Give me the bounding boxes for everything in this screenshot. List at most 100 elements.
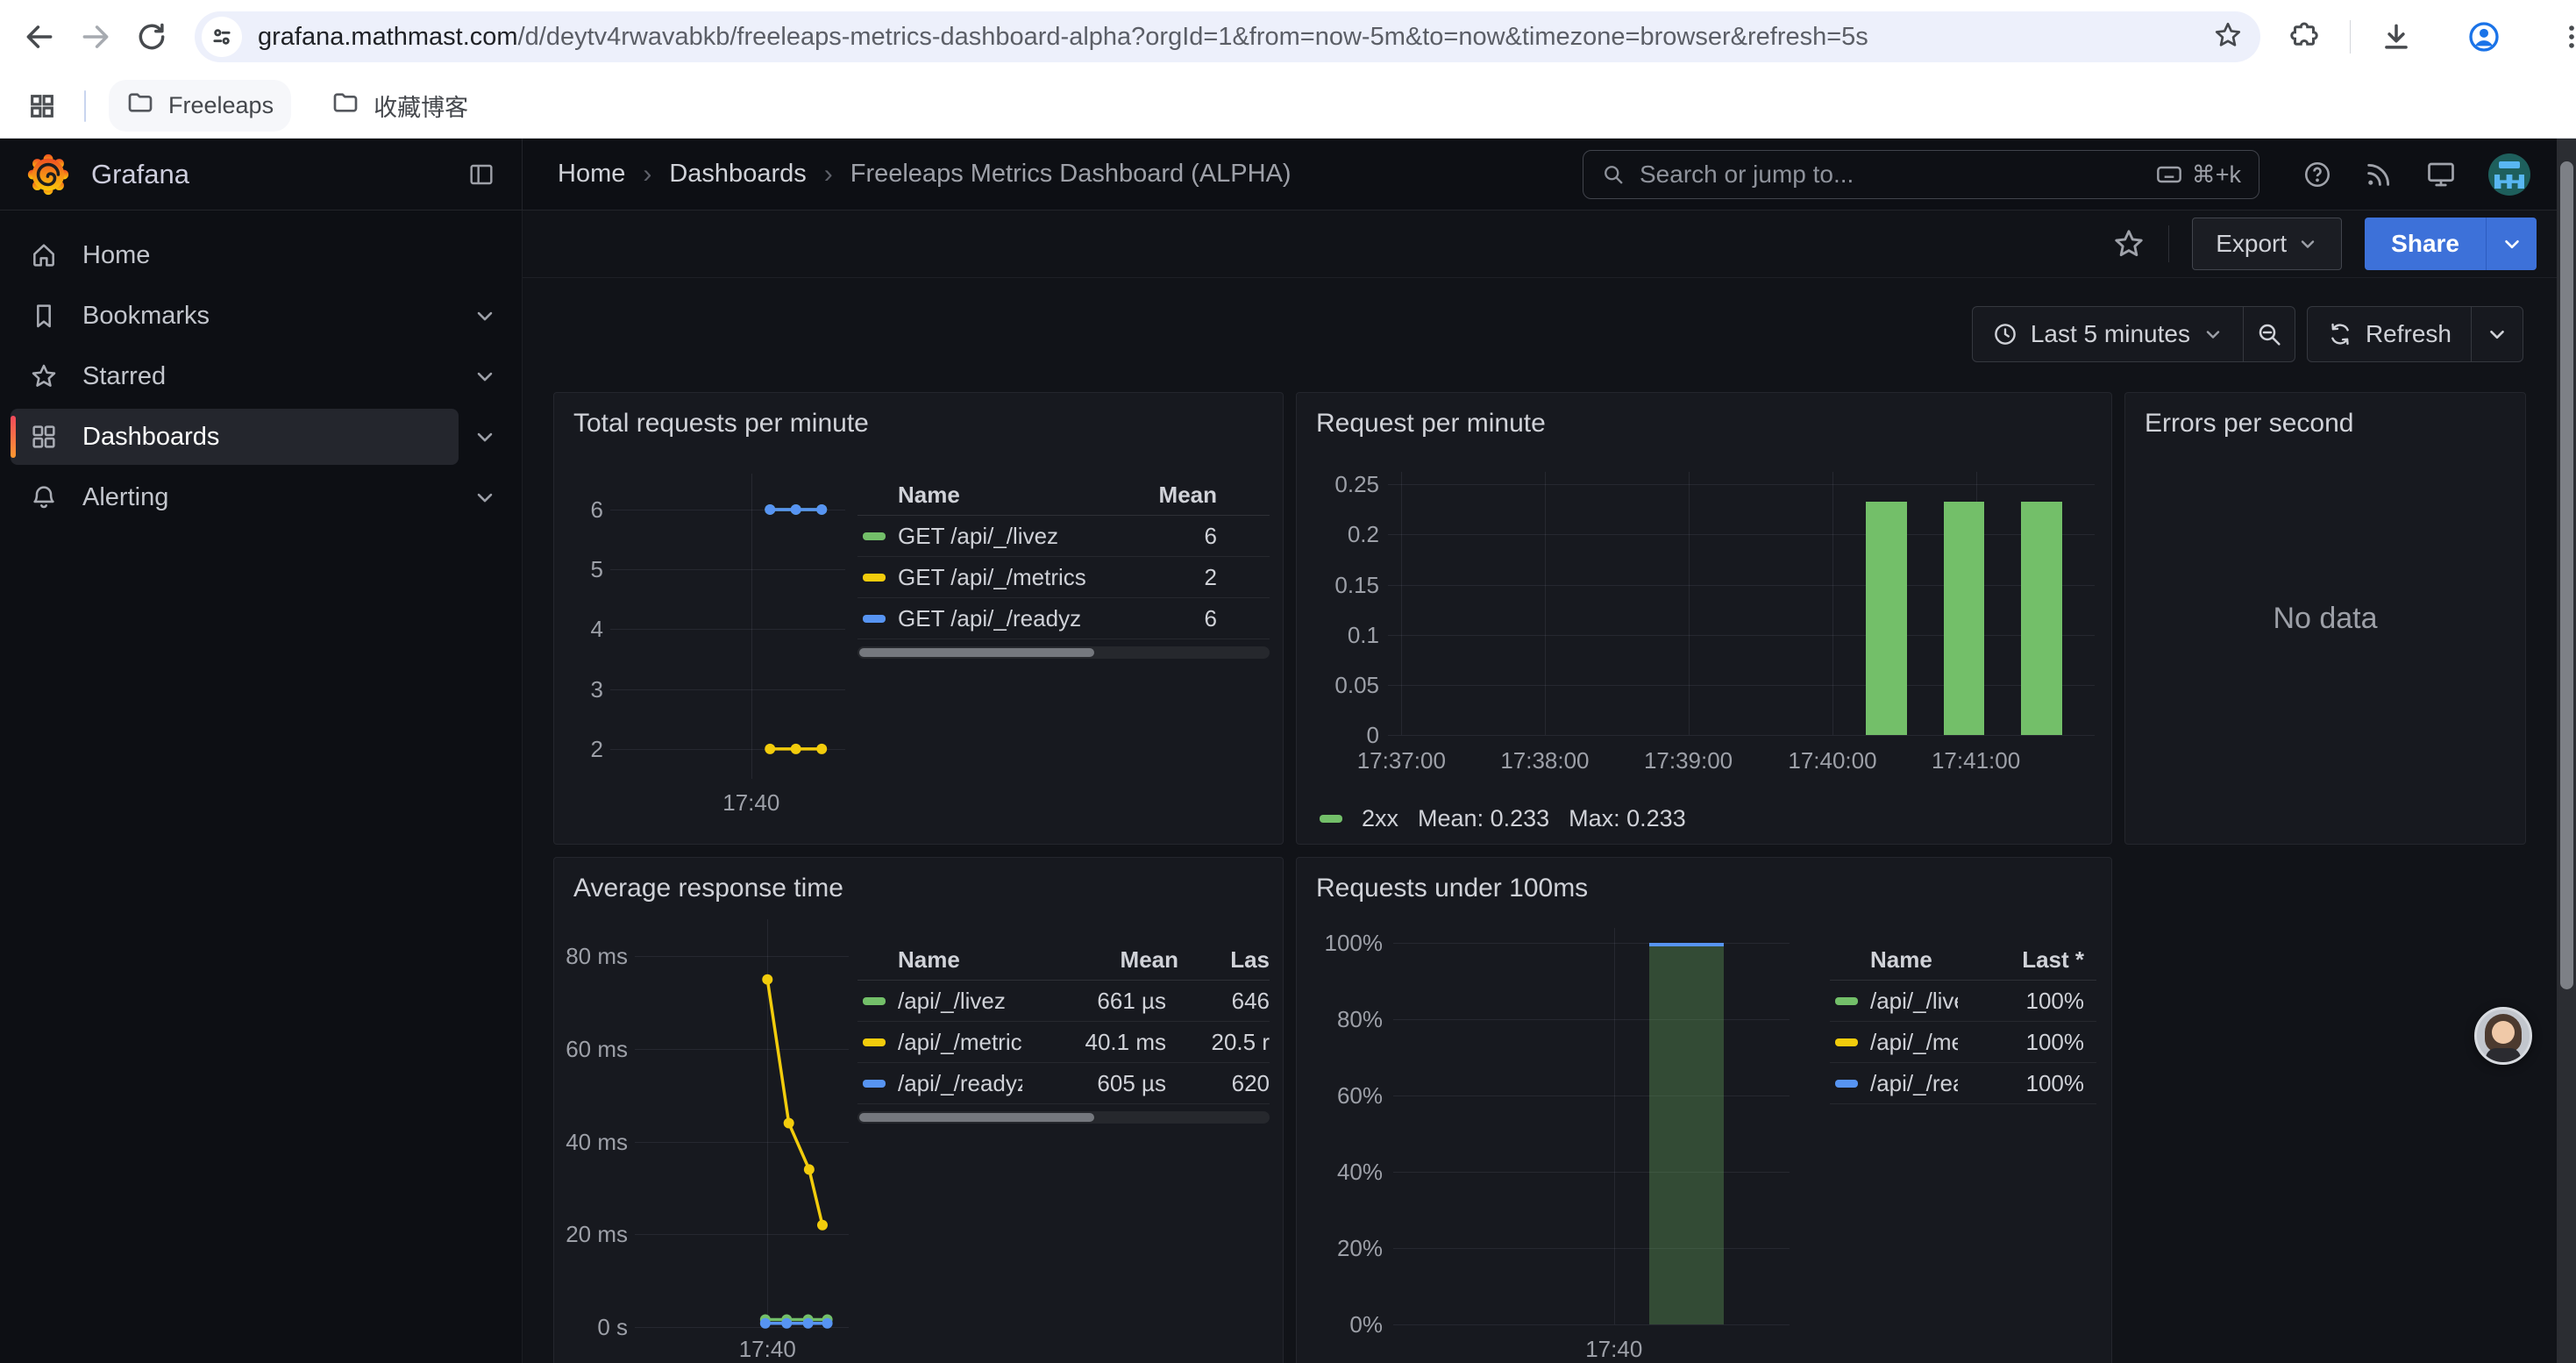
sidebar-item-alerting[interactable]: Alerting [11,469,459,525]
legend-scrollbar-thumb[interactable] [859,1113,1094,1122]
breadcrumb: Home › Dashboards › Freeleaps Metrics Da… [558,160,1292,189]
news-button[interactable] [2364,160,2394,189]
page-scrollbar-track[interactable] [2557,139,2576,1363]
user-avatar[interactable] [2488,153,2530,196]
series-color-swatch [863,574,886,582]
sidebar-item-label: Home [82,241,150,270]
site-settings-icon[interactable] [202,17,242,57]
legend-row[interactable]: GET /api/_/readyz6 [857,598,1270,639]
time-range-picker[interactable]: Last 5 minutes [1973,307,2243,361]
bar [1866,502,1907,735]
legend-series-name: /api/_/readyz [898,1070,1022,1097]
legend-column-header[interactable]: Name [1870,946,1970,974]
breadcrumb-dashboards[interactable]: Dashboards [669,160,806,189]
sidebar-toggle-button[interactable] [467,161,495,189]
breadcrumb-home[interactable]: Home [558,160,625,189]
search-input[interactable]: Search or jump to... ⌘+k [1583,150,2259,199]
apps-grid-button[interactable] [23,87,61,125]
refresh-button[interactable]: Refresh [2308,307,2471,361]
breadcrumb-separator: › [824,160,833,189]
bookmark-folder-freeleaps[interactable]: Freeleaps [109,80,291,132]
legend-scrollbar[interactable] [857,646,1270,659]
legend-series-name: /api/_/metrics [1870,1029,1958,1056]
share-dropdown-button[interactable] [2486,218,2537,270]
legend-inline[interactable]: 2xx Mean: 0.233 Max: 0.233 [1320,805,1686,832]
expand-chevron-icon[interactable] [459,288,511,344]
plot-area[interactable] [1388,472,2095,735]
legend-row[interactable]: /api/_/metrics40.1 ms20.5 r [857,1022,1270,1063]
legend-series-name: GET /api/_/readyz [898,605,1091,632]
gridline [1393,943,1790,944]
legend-row[interactable]: /api/_/livez100% [1830,981,2096,1022]
expand-chevron-icon[interactable] [459,348,511,404]
sidebar-item-home[interactable]: Home [11,227,459,283]
legend-column-header[interactable]: Las [1178,946,1270,974]
legend-table: NameMeanGET /api/_/livez6GET /api/_/metr… [857,475,1270,659]
x-axis-tick-label: 17:40 [722,789,779,817]
y-axis-tick-label: 60% [1337,1081,1383,1110]
expand-chevron-icon[interactable] [459,469,511,525]
browser-chrome: grafana.mathmast.com/d/deytv4rwavabkb/fr… [0,0,2576,139]
plot-area[interactable] [1393,928,1790,1324]
home-icon [30,241,58,269]
legend-scrollbar[interactable] [857,1111,1270,1124]
y-axis-tick-label: 80% [1337,1005,1383,1033]
plot-area[interactable] [635,919,849,1327]
legend-row[interactable]: GET /api/_/metrics2 [857,557,1270,598]
expand-chevron-icon[interactable] [459,409,511,465]
legend-row[interactable]: /api/_/livez661 µs646 [857,981,1270,1022]
x-axis-labels: 17:40 [610,789,845,819]
star-outline-icon [2112,227,2145,260]
reload-icon [135,20,168,54]
y-axis-tick-label: 0.15 [1334,571,1379,599]
browser-profile-button[interactable] [2465,18,2503,56]
legend-column-header[interactable]: Mean [1047,946,1178,974]
url-bar[interactable]: grafana.mathmast.com/d/deytv4rwavabkb/fr… [195,11,2260,62]
browser-forward-button[interactable] [79,18,112,56]
legend-value: 6 [1103,523,1217,550]
page-scrollbar-thumb[interactable] [2560,161,2573,989]
y-axis-tick-label: 100% [1325,929,1384,957]
help-button[interactable] [2302,160,2332,189]
search-placeholder: Search or jump to... [1640,161,2141,189]
assistant-avatar[interactable] [2474,1007,2532,1065]
x-axis-labels: 17:37:0017:38:0017:39:0017:40:0017:41:00 [1388,747,2095,777]
legend-row[interactable]: GET /api/_/livez6 [857,516,1270,557]
legend-value: 100% [1970,1029,2084,1056]
legend-header: NameMean [857,475,1270,516]
gridline [1388,585,2095,586]
legend-scrollbar-thumb[interactable] [859,648,1094,657]
display-button[interactable] [2425,159,2457,190]
y-axis-tick-label: 0 s [597,1313,628,1341]
refresh-interval-dropdown[interactable] [2472,307,2523,361]
legend-column-header[interactable]: Name [898,482,1103,509]
favorite-star-button[interactable] [2112,227,2145,260]
legend-row[interactable]: /api/_/metrics 100% [1830,1022,2096,1063]
sidebar-item-bookmarks[interactable]: Bookmarks [11,288,459,344]
legend-column-header[interactable]: Mean [1103,482,1217,509]
browser-menu-button[interactable] [2552,18,2576,56]
plot-area[interactable] [610,474,845,779]
dashboards-grid-icon [30,423,58,451]
extensions-button[interactable] [2285,18,2323,56]
y-axis-tick-label: 4 [591,615,603,643]
sidebar-item-starred[interactable]: Starred [11,348,459,404]
sidebar-item-dashboards[interactable]: Dashboards [11,409,459,465]
share-button[interactable]: Share [2365,218,2486,270]
panel-total-requests-per-minute: Total requests per minute 65432 17:40 Na… [553,392,1284,845]
chevron-down-icon [2486,323,2508,346]
zoom-out-time-button[interactable] [2244,307,2295,361]
bookmark-folder-blogs[interactable]: 收藏博客 [314,80,486,132]
bookmark-star-icon[interactable] [2213,20,2243,54]
legend-column-header[interactable]: Name [898,946,1047,974]
downloads-button[interactable] [2377,18,2416,56]
legend-value: 100% [1970,988,2084,1015]
browser-reload-button[interactable] [135,18,168,56]
legend-row[interactable]: /api/_/readyz605 µs620 [857,1063,1270,1104]
series-color-swatch [863,1080,886,1088]
legend-column-header[interactable]: Last * [1970,946,2084,974]
legend-row[interactable]: /api/_/readyz100% [1830,1063,2096,1104]
bookmark-label: Freeleaps [168,92,274,119]
export-button[interactable]: Export [2192,218,2342,270]
browser-back-button[interactable] [23,18,56,56]
